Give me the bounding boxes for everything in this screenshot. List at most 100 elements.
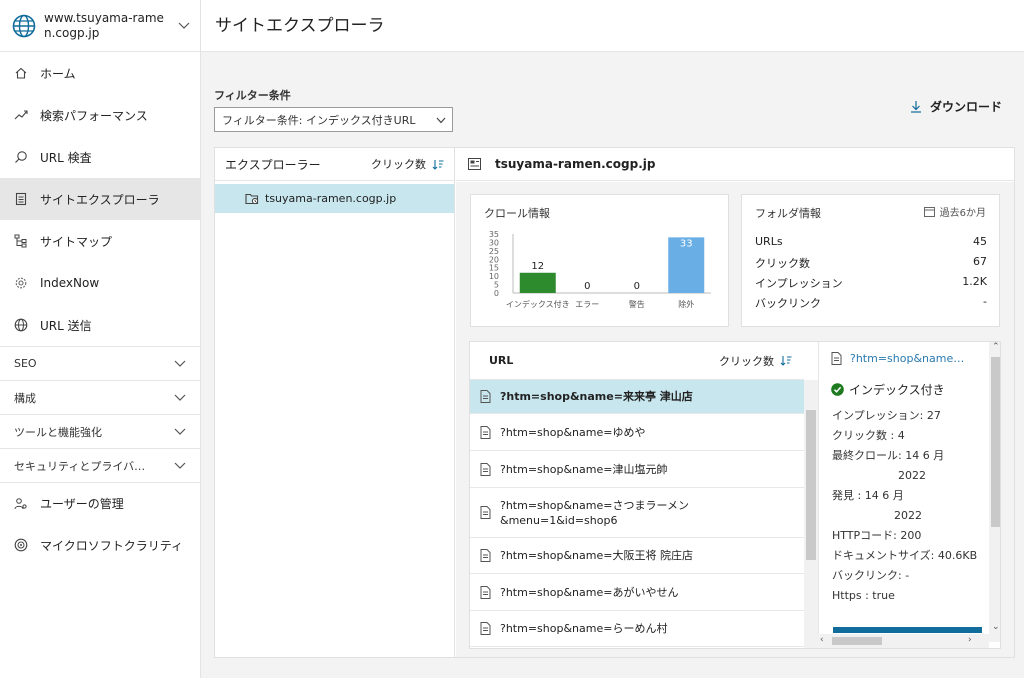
sitemap-icon <box>14 234 27 248</box>
x-tick-label: 除外 <box>678 299 694 309</box>
info-scrollbar[interactable]: ⌃ ⌄ <box>989 342 1000 642</box>
trend-icon <box>14 110 28 120</box>
sort-descending-icon <box>780 356 792 366</box>
crawl-chart: 3530252015105012インデックス付き0エラー0警告33除外 <box>489 230 711 309</box>
tree-title: エクスプローラー <box>225 157 321 172</box>
top-bar: サイトエクスプローラ <box>201 0 1024 52</box>
folder-icon <box>245 193 259 205</box>
scroll-down-arrow-icon[interactable]: ⌄ <box>992 622 1000 632</box>
globe-icon <box>14 318 28 332</box>
action-button[interactable] <box>833 627 982 633</box>
url-info-pane: ?htm=shop&name… インデックス付き インプレッション: 27 クリ… <box>818 342 1000 648</box>
page-icon <box>480 549 491 562</box>
stat-value: 1.2K <box>962 275 987 288</box>
page-icon <box>480 622 491 635</box>
tree-node-root[interactable]: tsuyama-ramen.cogp.jp <box>215 184 454 213</box>
stat-label: クリック数 <box>755 257 810 270</box>
folder-stat-impressions: インプレッション 1.2K <box>755 275 987 291</box>
users-icon <box>14 497 27 509</box>
chevron-down-icon <box>174 462 186 469</box>
home-icon <box>15 67 27 79</box>
folder-stat-clicks: クリック数 67 <box>755 255 987 271</box>
url-text: ?htm=shop&name=らーめん村 <box>500 622 668 635</box>
nav-site-explorer[interactable]: サイトエクスプローラ <box>0 178 200 220</box>
chevron-down-icon <box>174 428 186 435</box>
nav-home[interactable]: ホーム <box>0 52 200 94</box>
page-icon <box>480 585 491 599</box>
info-clicks: クリック数 : 4 <box>832 429 905 442</box>
url-info-link[interactable]: ?htm=shop&name… <box>831 352 964 365</box>
nav-label: URL 検査 <box>40 150 92 165</box>
scrollbar-thumb[interactable] <box>991 357 1000 527</box>
section-tools[interactable]: ツールと機能強化 <box>0 414 200 448</box>
index-status-label: インデックス付き <box>849 383 945 397</box>
index-status: インデックス付き <box>831 381 945 398</box>
info-last-crawl: 最終クロール: 14 6 月 <box>832 449 945 462</box>
x-tick-label: エラー <box>575 300 599 309</box>
period-selector[interactable]: 過去6か月 <box>923 204 986 219</box>
x-tick-label: インデックス付き <box>506 299 570 309</box>
scroll-right-arrow-icon[interactable]: › <box>968 635 972 645</box>
nav-sitemap[interactable]: サイトマップ <box>0 220 200 262</box>
folder-stat-urls: URLs 45 <box>755 235 987 248</box>
scroll-up-arrow-icon[interactable]: ⌃ <box>992 342 1000 352</box>
url-list-scrollbar[interactable] <box>804 380 818 648</box>
folder-info-title: フォルダ情報 <box>755 207 821 220</box>
nav-search-performance[interactable]: 検索パフォーマンス <box>0 94 200 136</box>
url-text: ?htm=shop&name=津山塩元帥 <box>500 462 668 476</box>
section-configuration[interactable]: 構成 <box>0 380 200 414</box>
explorer-panel: エクスプローラー クリック数 tsuyama-ramen.cogp.jp tsu… <box>214 147 1015 658</box>
url-column-header: URL <box>489 354 514 367</box>
y-tick-label: 0 <box>494 289 499 298</box>
url-row[interactable]: ?htm=shop&name=ゆめや <box>470 414 804 451</box>
filter-dropdown[interactable]: フィルター条件: インデックス付きURL <box>214 107 453 132</box>
chevron-down-icon <box>174 360 186 367</box>
info-horizontal-scrollbar[interactable]: ‹ › <box>818 634 989 648</box>
bar-value-label: 33 <box>680 238 693 249</box>
nav-user-management[interactable]: ユーザーの管理 <box>0 482 200 524</box>
site-selector[interactable]: www.tsuyama-ramen.cogp.jp <box>0 0 200 52</box>
stat-value: 67 <box>973 255 987 268</box>
section-seo[interactable]: SEO <box>0 346 200 380</box>
tree-sort-button[interactable]: クリック数 <box>371 156 444 172</box>
url-sort-button[interactable]: クリック数 <box>719 353 792 369</box>
nav-clarity[interactable]: マイクロソフトクラリティ <box>0 524 200 566</box>
url-row[interactable]: ?htm=shop&name=津山塩元帥 <box>470 451 804 488</box>
nav-label: IndexNow <box>40 276 100 290</box>
nav-url-submission[interactable]: URL 送信 <box>0 304 200 346</box>
download-button[interactable]: ダウンロード <box>910 98 1002 115</box>
site-name: www.tsuyama-ramen.cogp.jp <box>44 10 164 40</box>
bar-value-label: 0 <box>634 281 640 292</box>
bar-value-label: 12 <box>531 261 544 272</box>
url-row[interactable]: ?htm=shop&name=さつまラーメン&menu=1&id=shop6 <box>470 488 804 538</box>
nav-indexnow[interactable]: IndexNow <box>0 262 200 304</box>
url-row[interactable]: ?htm=shop&name=来来亭 津山店 <box>470 380 804 414</box>
page-title: サイトエクスプローラ <box>215 16 385 36</box>
url-info-link-text: ?htm=shop&name… <box>850 352 965 365</box>
url-text: ?htm=shop&name=ゆめや <box>500 425 646 439</box>
bar-0 <box>519 272 556 293</box>
nav-label: サイトエクスプローラ <box>40 192 160 207</box>
gear-icon <box>15 277 27 289</box>
url-row[interactable]: ?htm=shop&name=あがいやせん <box>470 574 804 611</box>
url-text: ?htm=shop&name=来来亭 津山店 <box>500 390 693 403</box>
url-row[interactable]: ?htm=shop&name=らーめん村 <box>470 611 804 647</box>
scrollbar-thumb[interactable] <box>832 637 882 645</box>
folder-info-card: フォルダ情報 過去6か月 URLs 45 クリック数 67 インプレッション 1… <box>741 194 1000 327</box>
url-row[interactable]: ?htm=shop&name=大阪王将 院庄店 <box>470 538 804 574</box>
info-backlinks: バックリンク: - <box>832 569 910 582</box>
chevron-down-icon <box>436 117 446 124</box>
folder-stat-backlinks: バックリンク - <box>755 295 987 311</box>
check-circle-icon <box>831 383 844 396</box>
search-icon <box>15 151 27 163</box>
scroll-left-arrow-icon[interactable]: ‹ <box>820 635 824 645</box>
page-icon <box>480 506 491 519</box>
download-label: ダウンロード <box>930 100 1003 114</box>
scrollbar-thumb[interactable] <box>806 410 816 560</box>
nav-url-inspection[interactable]: URL 検査 <box>0 136 200 178</box>
page-icon <box>480 462 491 476</box>
section-security[interactable]: セキュリティとプライバ… <box>0 448 200 482</box>
info-impressions: インプレッション: 27 <box>832 409 941 422</box>
section-label: セキュリティとプライバ… <box>14 459 146 473</box>
section-label: SEO <box>14 357 37 370</box>
